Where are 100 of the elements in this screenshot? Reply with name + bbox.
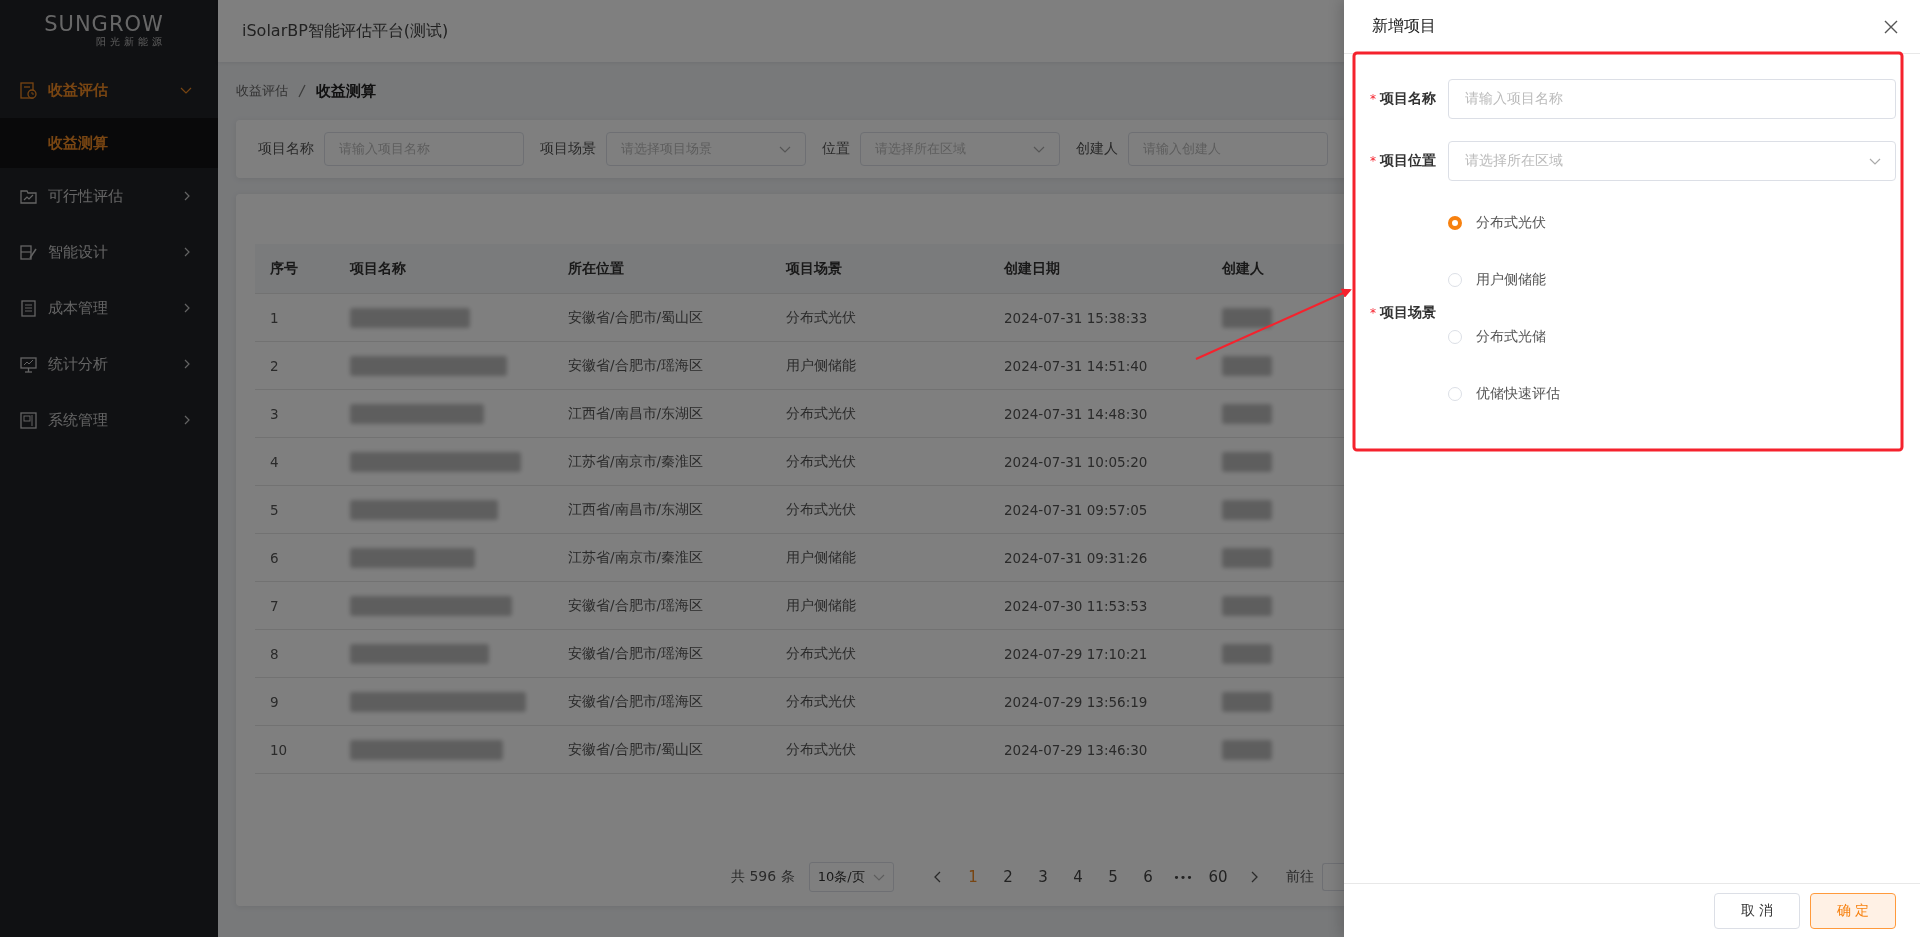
chevron-right-icon xyxy=(182,247,192,257)
page-input[interactable] xyxy=(1321,863,1344,891)
filter-label: 项目场景 xyxy=(540,140,596,158)
radio-label[interactable]: 分布式光伏 xyxy=(1476,213,1546,232)
column-header: 项目名称 xyxy=(350,259,406,276)
filter-label: 位置 xyxy=(822,140,850,158)
page-button[interactable]: 4 xyxy=(1060,868,1096,886)
table-cell: 分布式光伏 xyxy=(786,644,856,661)
table-cell: 江苏省/南京市/秦淮区 xyxy=(568,548,704,565)
breadcrumb-link[interactable]: 收益评估 xyxy=(236,82,288,100)
chevron-down-icon xyxy=(1033,144,1045,154)
chevron-right-icon xyxy=(182,191,192,201)
menu-item[interactable]: 智能设计 xyxy=(0,224,218,280)
radio-label[interactable]: 用户侧储能 xyxy=(1476,270,1546,289)
page-button[interactable]: 3 xyxy=(1025,868,1061,886)
table-cell: 2024-07-31 09:57:05 xyxy=(1004,501,1148,518)
table-cell: 江苏省/南京市/秦淮区 xyxy=(568,452,704,469)
table-cell: 用户侧储能 xyxy=(786,548,856,565)
menu-item[interactable]: 收益评估 xyxy=(0,62,218,118)
redacted-block xyxy=(1222,355,1272,376)
page-button[interactable]: 1 xyxy=(955,868,991,886)
chevron-right-icon xyxy=(182,359,192,369)
table-cell: 10 xyxy=(270,741,288,758)
table-cell: 4 xyxy=(270,453,279,470)
redacted-block xyxy=(1222,691,1272,712)
table-cell: 2024-07-31 14:48:30 xyxy=(1004,405,1148,422)
radio-label[interactable]: 优储快速评估 xyxy=(1476,384,1560,403)
logo-text: SUNGROW xyxy=(44,13,164,35)
page-button[interactable]: 60 xyxy=(1200,868,1236,886)
field-label: 项目场景 xyxy=(1380,303,1436,322)
redacted-block xyxy=(1222,595,1272,616)
column-header: 所在位置 xyxy=(568,259,624,276)
input-field[interactable]: 请输入项目名称 xyxy=(1448,79,1896,119)
table-cell: 2024-07-29 17:10:21 xyxy=(1004,645,1148,662)
slash-icon xyxy=(298,84,306,98)
chevron-down-icon xyxy=(1869,156,1881,166)
table-cell: 3 xyxy=(270,405,279,422)
menu-item[interactable]: 统计分析 xyxy=(0,336,218,392)
table-cell: 江西省/南昌市/东湖区 xyxy=(568,500,704,517)
redacted-block xyxy=(1222,547,1272,568)
table-cell: 安徽省/合肥市/瑶海区 xyxy=(568,692,704,709)
submenu-item[interactable]: 收益测算 xyxy=(0,118,218,168)
select-field[interactable]: 请选择所在区域 xyxy=(1448,141,1896,181)
page-button[interactable]: 2 xyxy=(990,868,1026,886)
table-cell: 安徽省/合肥市/蜀山区 xyxy=(568,740,704,757)
table-cell: 用户侧储能 xyxy=(786,356,856,373)
filter-label: 创建人 xyxy=(1076,140,1118,158)
table-cell: 2024-07-31 09:31:26 xyxy=(1004,549,1148,566)
redacted-block xyxy=(1222,643,1272,664)
column-header: 创建人 xyxy=(1222,259,1264,276)
document-clock-icon xyxy=(20,81,37,99)
radio-button[interactable] xyxy=(1448,215,1462,230)
window-icon xyxy=(20,411,37,429)
field-label: 项目名称 xyxy=(1380,90,1436,108)
table-cell: 7 xyxy=(270,597,279,614)
column-header: 创建日期 xyxy=(1004,259,1060,276)
table-cell: 安徽省/合肥市/瑶海区 xyxy=(568,596,704,613)
redacted-block xyxy=(1222,451,1272,472)
table-cell: 2024-07-31 15:38:33 xyxy=(1004,309,1148,326)
goto-label: 前往 xyxy=(1285,868,1314,886)
table-cell: 江西省/南昌市/东湖区 xyxy=(568,404,704,421)
table-cell: 安徽省/合肥市/蜀山区 xyxy=(568,308,704,325)
table-cell: 2024-07-30 11:53:53 xyxy=(1004,597,1148,614)
chevron-down-icon xyxy=(180,85,192,95)
redacted-block xyxy=(1222,307,1272,328)
chevron-down-icon xyxy=(779,144,791,154)
table-cell: 5 xyxy=(270,501,279,518)
radio-label[interactable]: 分布式光储 xyxy=(1476,327,1546,346)
table-cell: 分布式光伏 xyxy=(786,452,856,469)
menu-item[interactable]: 系统管理 xyxy=(0,392,218,448)
edit-icon xyxy=(20,243,37,261)
menu-item[interactable]: 可行性评估 xyxy=(0,168,218,224)
table-cell: 2024-07-31 10:05:20 xyxy=(1004,453,1148,470)
filter-label: 项目名称 xyxy=(258,140,314,158)
redacted-block xyxy=(1222,499,1272,520)
table-cell: 8 xyxy=(270,645,279,662)
table-cell: 安徽省/合肥市/瑶海区 xyxy=(568,644,704,661)
table-cell: 6 xyxy=(270,549,279,566)
page-size-select[interactable]: 10条/页 xyxy=(808,862,894,892)
cancel-button[interactable]: 取 消 xyxy=(1714,892,1800,929)
chevron-down-icon xyxy=(872,872,885,882)
folder-chart-icon xyxy=(20,187,37,205)
more-pages-button[interactable]: ••• xyxy=(1165,870,1201,884)
table-cell: 1 xyxy=(270,309,279,326)
required-mark: * xyxy=(1370,154,1376,168)
column-header: 项目场景 xyxy=(786,259,842,276)
confirm-button[interactable]: 确 定 xyxy=(1810,892,1896,929)
table-cell: 9 xyxy=(270,693,279,710)
menu-item[interactable]: 成本管理 xyxy=(0,280,218,336)
field-label: 项目位置 xyxy=(1380,152,1436,170)
close-icon[interactable] xyxy=(1884,19,1898,34)
monitor-chart-icon xyxy=(20,355,37,373)
page-button[interactable]: 5 xyxy=(1095,868,1131,886)
table-cell: 分布式光伏 xyxy=(786,500,856,517)
page-button[interactable]: 6 xyxy=(1130,868,1166,886)
table-cell: 用户侧储能 xyxy=(786,596,856,613)
total-count: 共 596 条 xyxy=(731,868,795,886)
drawer-title: 新增项目 xyxy=(1372,16,1436,37)
chevron-right-icon xyxy=(182,303,192,313)
table-cell: 分布式光伏 xyxy=(786,692,856,709)
